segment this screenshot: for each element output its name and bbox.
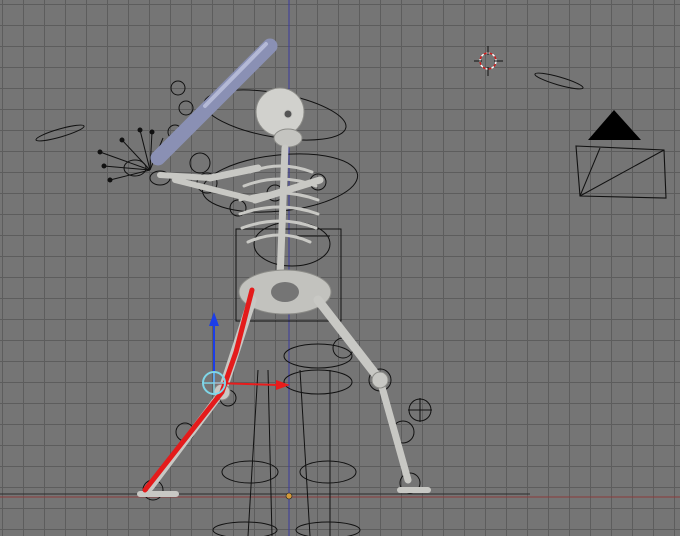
lamp-icon[interactable] [35,70,584,143]
z-arrow-icon[interactable] [209,312,219,326]
3d-cursor-icon[interactable] [474,46,503,76]
camera-icon[interactable] [575,110,667,199]
viewport-canvas[interactable] [0,0,680,536]
x-arrow-icon[interactable] [276,380,290,390]
baseball-bat [150,38,278,166]
3d-viewport[interactable] [0,0,680,536]
skeleton-figure [137,87,431,497]
origin-dot-icon[interactable] [285,492,293,500]
